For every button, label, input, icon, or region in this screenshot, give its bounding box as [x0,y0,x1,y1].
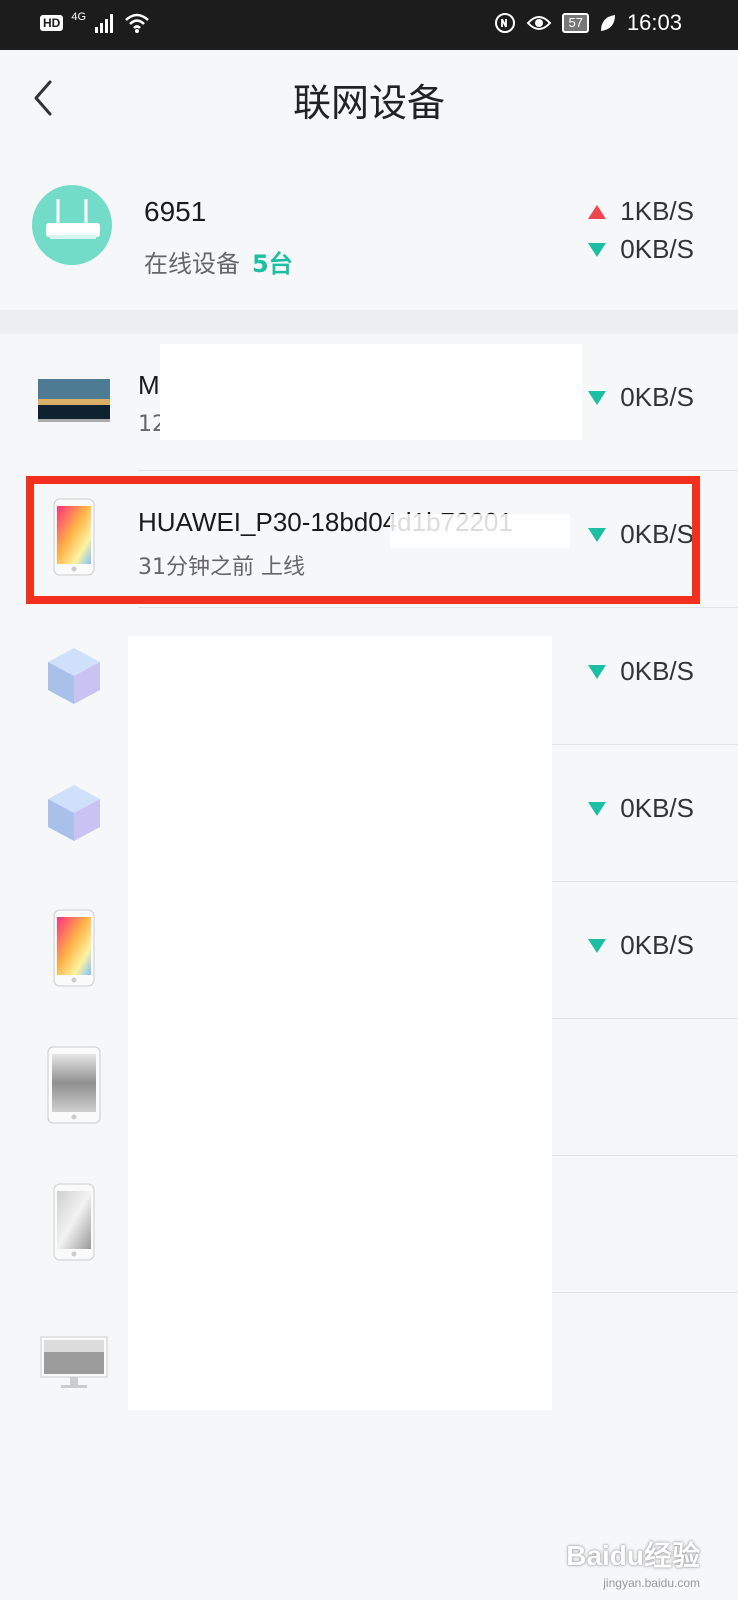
phone-color-icon [36,908,112,988]
clock: 16:03 [626,10,682,35]
download-speed: 0KB/S [588,234,694,265]
signal-icon [95,14,114,33]
highlight-annotation-box [26,476,700,604]
upload-speed: 1KB/S [588,196,694,227]
desktop-monitor-icon [36,1323,112,1403]
leaf-icon [600,15,615,31]
router-summary[interactable]: 6951 在线设备 5台 1KB/S 0KB/S [0,150,738,310]
tablet-gray-icon [36,1045,112,1125]
router-name: 6951 [144,196,207,227]
network-type: 4G [71,11,87,23]
device-speed-value: 0KB/S [620,930,694,960]
download-arrow-icon [588,242,607,257]
router-icon [32,185,112,265]
online-devices-label: 在线设备 5台 [144,244,293,279]
cube-device-icon [36,636,112,716]
status-bar: HD 4G 57 16:03 [0,0,738,50]
monitor-landscape-icon [36,360,112,440]
download-arrow-icon [588,801,607,816]
download-arrow-icon [588,664,607,679]
redaction-block [160,344,582,440]
download-arrow-icon [588,938,607,953]
nfc-icon [495,13,516,33]
device-speed: 0KB/S [588,656,694,687]
device-speed-value: 0KB/S [620,382,694,412]
page-title: 联网设备 [292,81,445,125]
upload-speed-value: 1KB/S [620,196,694,226]
phone-gray-icon [36,1182,112,1262]
download-speed-value: 0KB/S [620,234,694,264]
upload-arrow-icon [588,204,607,219]
device-speed-value: 0KB/S [620,656,694,686]
section-divider [0,310,738,334]
device-name: M [138,370,160,400]
download-arrow-icon [588,390,607,405]
wifi-icon [125,13,149,33]
eye-icon [527,16,552,30]
device-speed: 0KB/S [588,382,694,413]
device-speed: 0KB/S [588,793,694,824]
device-speed-value: 0KB/S [620,793,694,823]
online-label: 在线设备 [144,250,240,278]
title-bar: 联网设备 [0,50,738,146]
watermark-url: jingyan.baidu.com [603,1576,700,1590]
watermark: Baidu经验 [566,1540,700,1571]
device-speed: 0KB/S [588,930,694,961]
online-count: 5台 [252,250,293,278]
cube-device-icon [36,773,112,853]
redaction-block [128,636,552,1410]
battery-indicator: 57 [562,13,589,33]
hd-badge: HD [40,15,64,31]
